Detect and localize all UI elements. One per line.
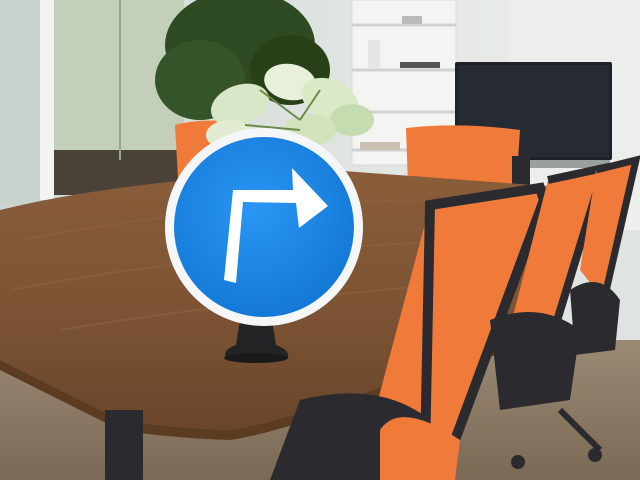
scene-illustration	[0, 0, 640, 480]
sign-face	[174, 137, 354, 317]
meeting-room-photo	[0, 0, 640, 480]
glass-room	[0, 0, 184, 205]
